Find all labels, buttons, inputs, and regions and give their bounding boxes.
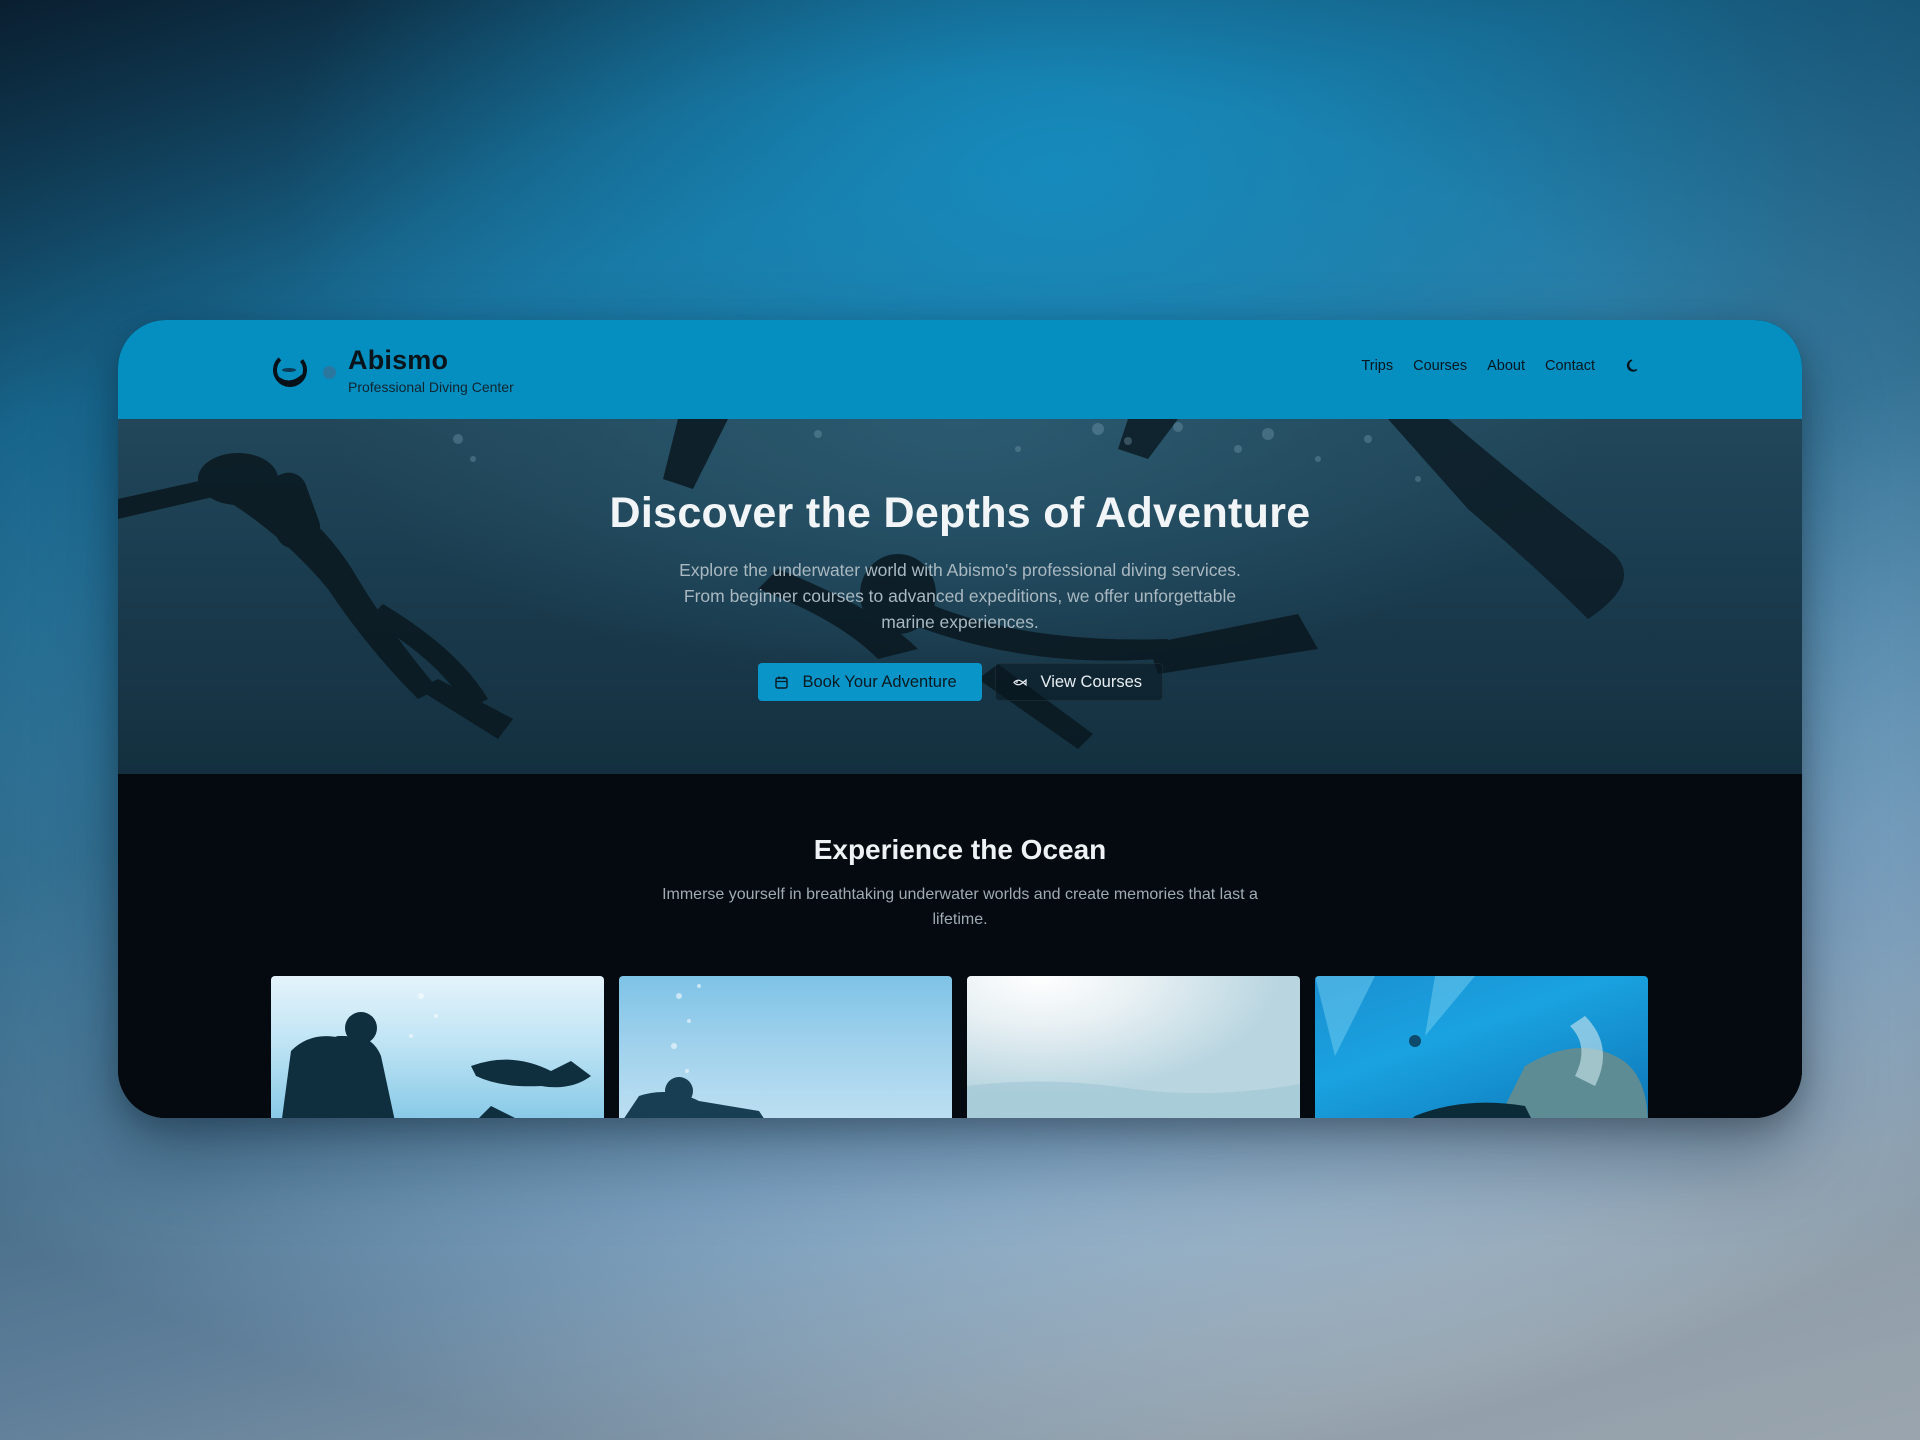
site-header: Abismo Professional Diving Center Trips … bbox=[118, 320, 1802, 419]
browser-window: Abismo Professional Diving Center Trips … bbox=[118, 320, 1802, 1118]
nav-item-contact[interactable]: Contact bbox=[1545, 358, 1595, 374]
brand-tagline: Professional Diving Center bbox=[348, 379, 514, 395]
view-courses-label: View Courses bbox=[1040, 672, 1143, 691]
sea-lion-photo[interactable] bbox=[1315, 976, 1648, 1118]
nav-item-trips[interactable]: Trips bbox=[1361, 358, 1393, 374]
abismo-logo-icon bbox=[270, 348, 314, 392]
hero-section: Discover the Depths of Adventure Explore… bbox=[118, 419, 1802, 774]
hero-buttons: Book Your Adventure View Courses bbox=[118, 663, 1802, 701]
view-courses-button[interactable]: View Courses bbox=[994, 663, 1163, 701]
experience-title: Experience the Ocean bbox=[813, 834, 1107, 865]
hero-description: Explore the underwater world with Abismo… bbox=[679, 560, 1241, 632]
book-adventure-label: Book Your Adventure bbox=[802, 672, 957, 691]
diver-bubbles-photo[interactable] bbox=[619, 976, 952, 1118]
book-adventure-button[interactable]: Book Your Adventure bbox=[757, 663, 982, 701]
experience-section: Experience the Ocean Immerse yourself in… bbox=[118, 774, 1802, 1118]
logo-dot bbox=[323, 365, 336, 379]
experience-description: Immerse yourself in breathtaking underwa… bbox=[662, 886, 1258, 928]
nav-item-about[interactable]: About bbox=[1487, 358, 1525, 374]
divers-photo[interactable] bbox=[271, 976, 604, 1118]
fish-icon bbox=[1012, 675, 1027, 690]
photo-gallery bbox=[271, 976, 1648, 1118]
hero-title: Discover the Depths of Adventure bbox=[609, 489, 1311, 537]
sunlit-surface-photo[interactable] bbox=[967, 976, 1300, 1118]
brand-name: Abismo bbox=[348, 345, 449, 375]
brand[interactable]: Abismo Professional Diving Center bbox=[270, 344, 514, 396]
brand-text: Abismo Professional Diving Center bbox=[348, 344, 514, 396]
main-nav: Trips Courses About Contact bbox=[1361, 358, 1641, 374]
nav-item-courses[interactable]: Courses bbox=[1413, 358, 1467, 374]
calendar-icon bbox=[774, 675, 789, 690]
moon-icon[interactable] bbox=[1625, 358, 1641, 374]
